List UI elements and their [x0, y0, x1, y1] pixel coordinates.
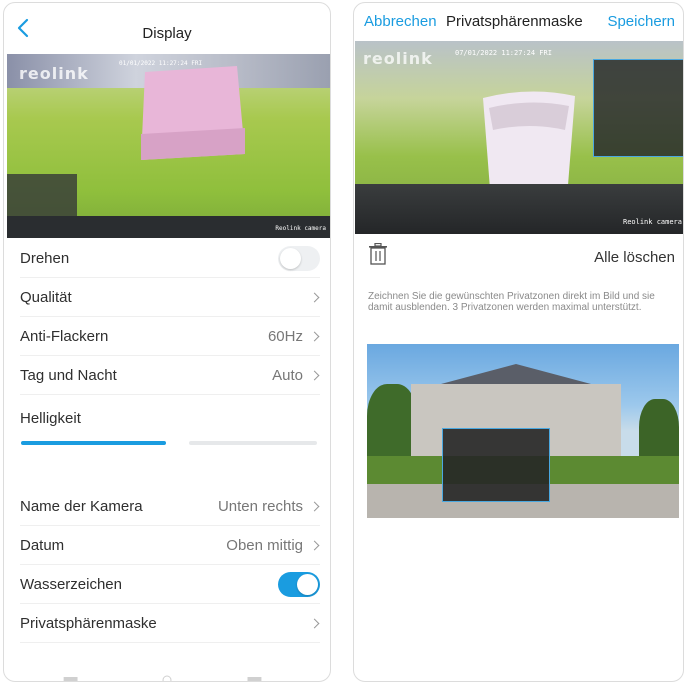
date-value: Oben mittig [226, 536, 303, 554]
brightness-label: Helligkeit [20, 410, 81, 427]
privacy-mask-screen: Abbrechen Privatsphärenmaske Speichern r… [353, 2, 684, 682]
chevron-right-icon [309, 370, 320, 380]
cancel-button[interactable]: Abbrechen [364, 13, 437, 30]
save-button[interactable]: Speichern [607, 13, 675, 30]
watermark-logo: reolink [363, 49, 433, 68]
privacy-mask-row[interactable]: Privatsphärenmaske [20, 604, 320, 643]
camera-preview: reolink 01/01/2022 11:27:24 FRI Reolink … [7, 54, 330, 238]
brightness-slider[interactable] [21, 441, 317, 445]
page-title: Display [142, 25, 192, 42]
watermark-logo: reolink [19, 64, 89, 83]
brightness-slider-fill [21, 441, 166, 445]
privacy-zone[interactable] [593, 59, 683, 157]
osd-camera-name: Reolink camera [622, 218, 682, 226]
watermark-toggle[interactable] [278, 571, 320, 597]
chevron-right-icon [309, 292, 320, 302]
clear-all-button[interactable]: Alle löschen [594, 249, 675, 266]
osd-camera-name: Reolink camera [275, 225, 326, 232]
quality-label: Qualität [20, 288, 72, 306]
rotate-row[interactable]: Drehen [20, 239, 320, 278]
brightness-slider-track [189, 441, 317, 445]
chevron-right-icon [309, 540, 320, 550]
object-in-view [141, 66, 245, 160]
date-row[interactable]: Datum Oben mittig [20, 526, 320, 565]
quality-row[interactable]: Qualität [20, 278, 320, 317]
brightness-row: Helligkeit [20, 399, 320, 438]
page-title: Privatsphärenmaske [446, 13, 583, 30]
camera-name-row[interactable]: Name der Kamera Unten rechts [20, 487, 320, 526]
example-privacy-zone [442, 428, 550, 502]
trash-icon[interactable] [368, 243, 388, 265]
watermark-row[interactable]: Wasserzeichen [20, 565, 320, 604]
anti-flicker-label: Anti-Flackern [20, 327, 109, 345]
camera-name-value: Unten rechts [217, 497, 303, 515]
privacy-mask-label: Privatsphärenmaske [20, 614, 157, 632]
chevron-right-icon [309, 618, 320, 628]
rotate-toggle[interactable] [278, 245, 320, 271]
date-label: Datum [20, 536, 65, 554]
watermark-label: Wasserzeichen [20, 575, 122, 593]
day-night-value: Auto [272, 366, 303, 384]
rotate-label: Drehen [20, 249, 70, 267]
anti-flicker-value: 60Hz [267, 327, 303, 345]
day-night-label: Tag und Nacht [20, 366, 117, 384]
header: Abbrechen Privatsphärenmaske Speichern [354, 3, 683, 39]
chevron-right-icon [309, 501, 320, 511]
osd-date: 07/01/2022 11:27:24 FRI [455, 49, 552, 57]
display-settings-screen: Display reolink 01/01/2022 11:27:24 FRI … [3, 2, 331, 682]
anti-flicker-row[interactable]: Anti-Flackern 60Hz [20, 317, 320, 356]
example-house-image [367, 344, 679, 518]
bottom-nav-hint [63, 675, 262, 681]
camera-preview[interactable]: reolink 07/01/2022 11:27:24 FRI Reolink … [355, 41, 683, 234]
chevron-right-icon [309, 331, 320, 341]
instruction-text: Zeichnen Sie die gewünschten Privatzonen… [368, 291, 655, 313]
header: Display [4, 3, 330, 53]
camera-name-label: Name der Kamera [20, 497, 143, 515]
day-night-row[interactable]: Tag und Nacht Auto [20, 356, 320, 395]
osd-date: 01/01/2022 11:27:24 FRI [119, 60, 203, 67]
